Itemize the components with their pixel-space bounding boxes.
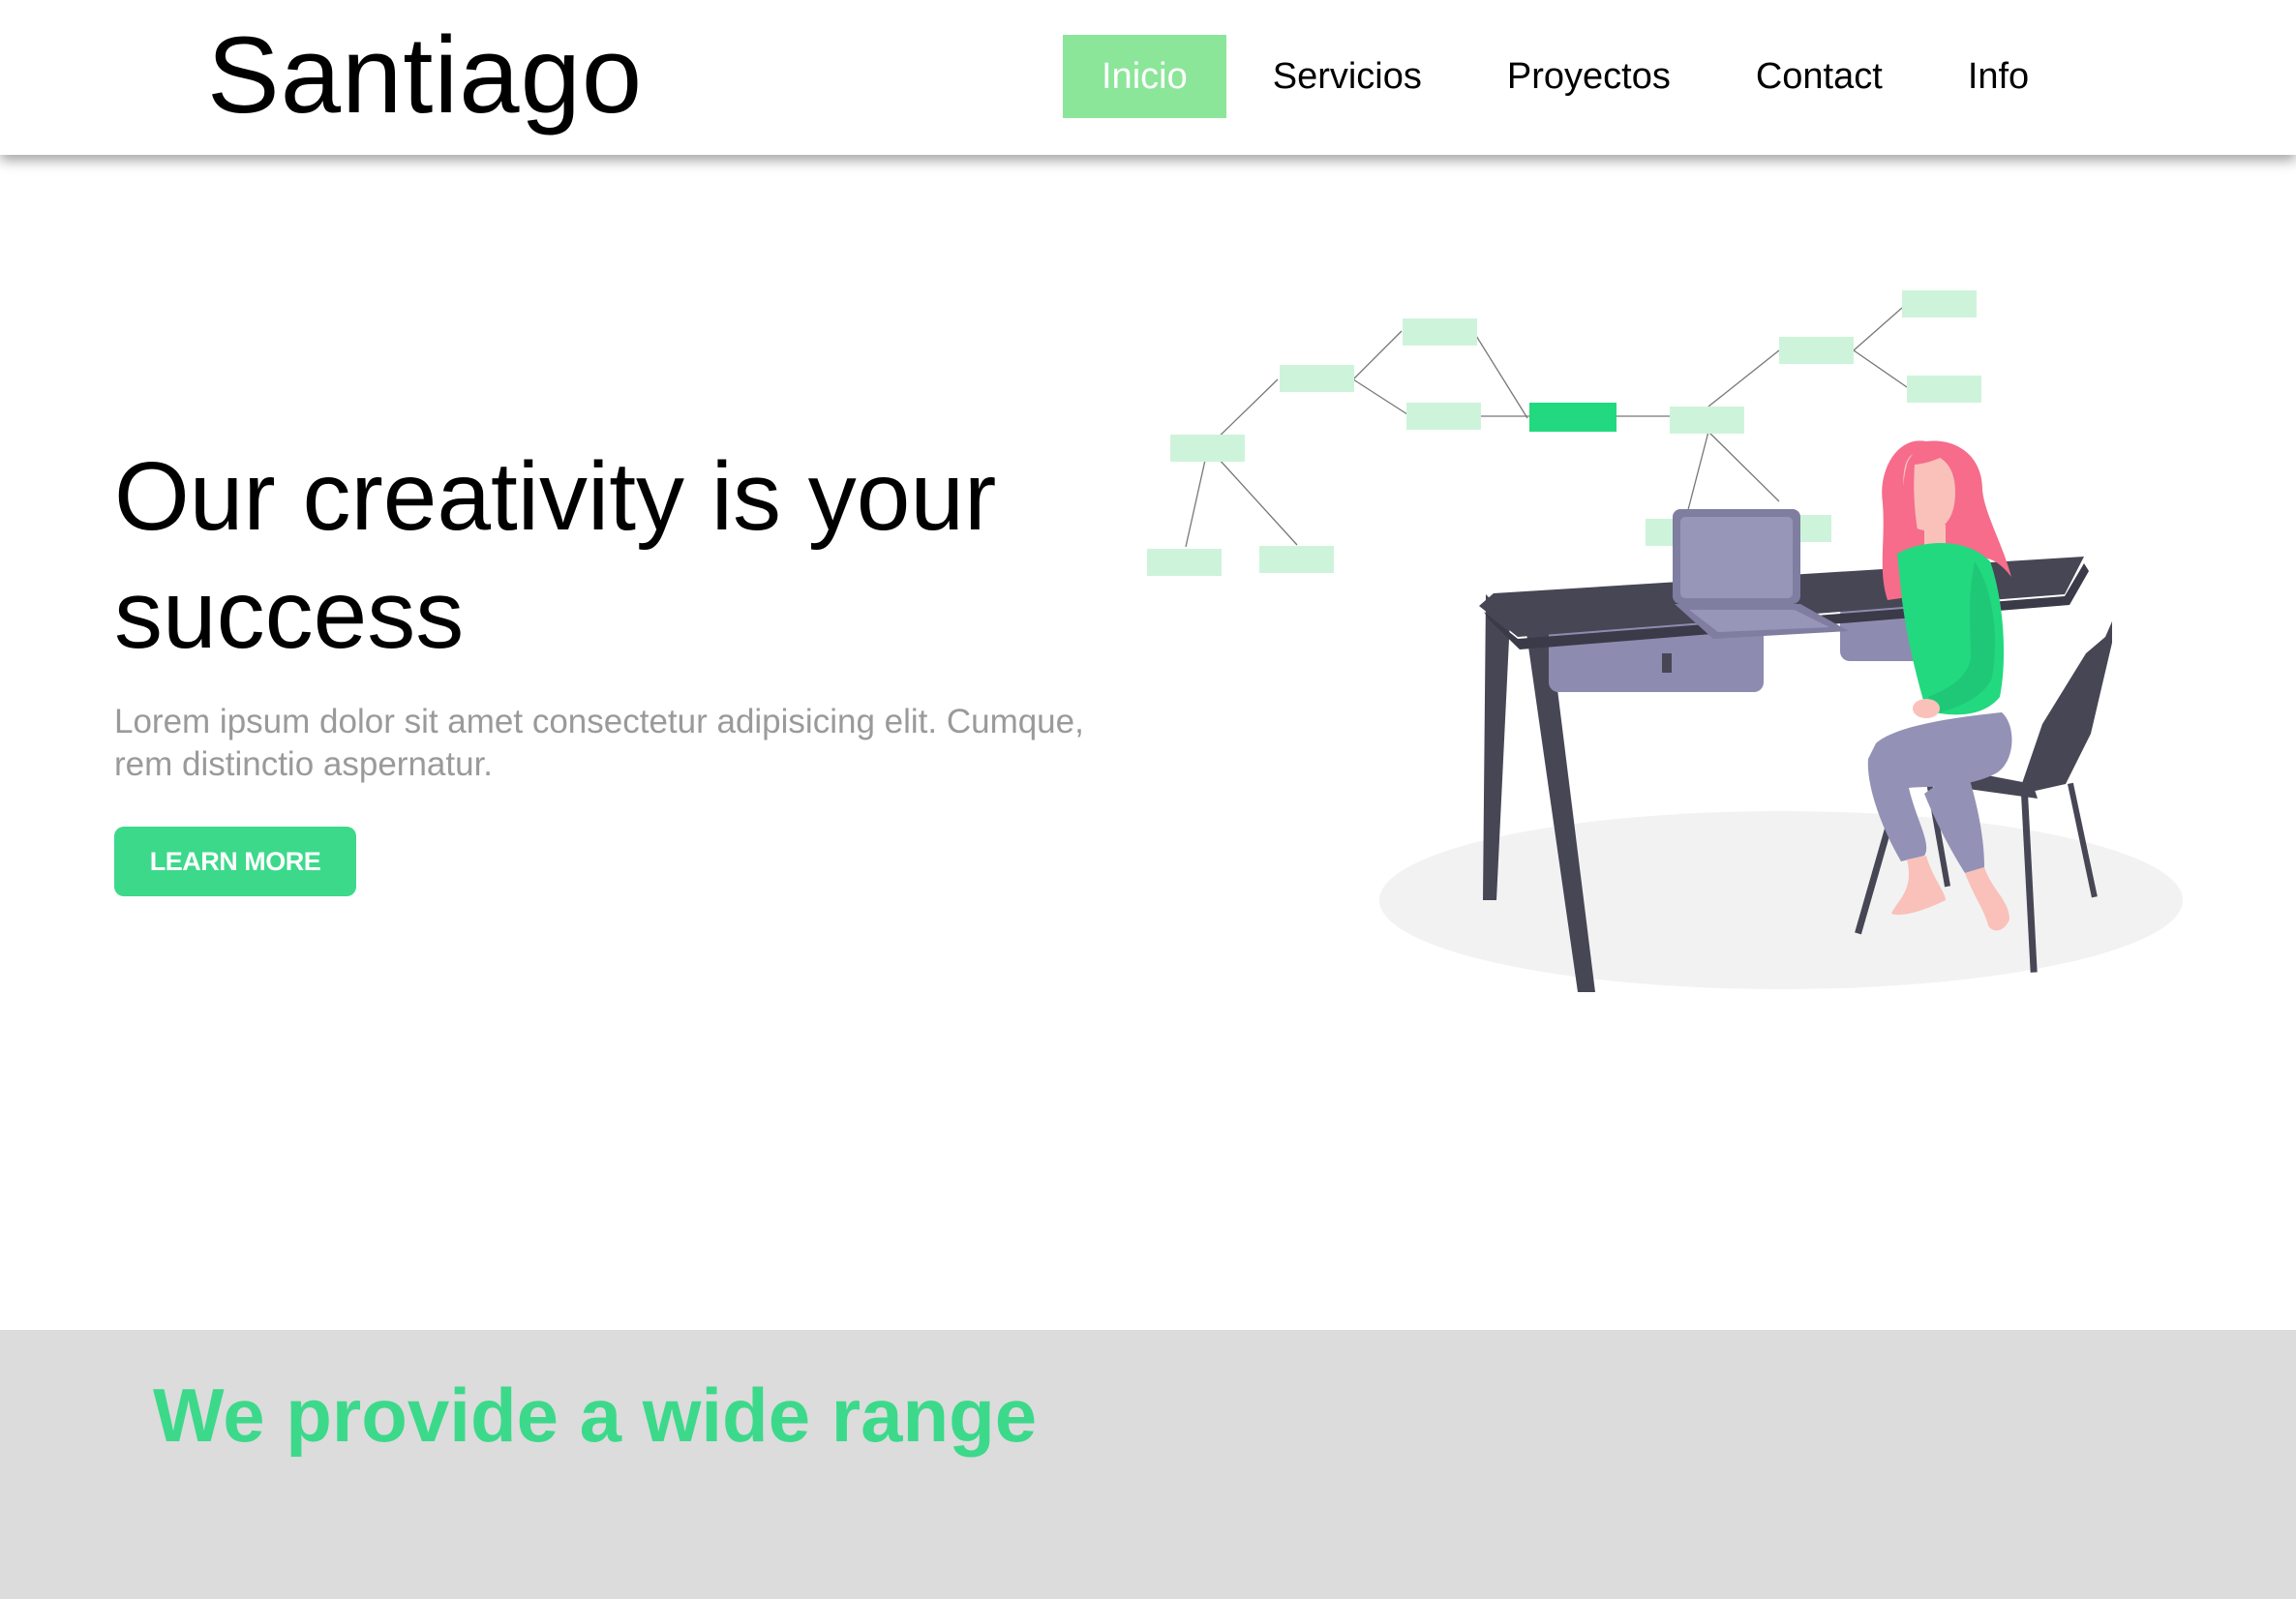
nav-item-contact[interactable]: Contact [1717,35,1921,118]
hero-description: Lorem ipsum dolor sit amet consectetur a… [114,703,1084,783]
nav-item-info[interactable]: Info [1929,35,2068,118]
services-title: We provide a wide range [153,1373,1038,1458]
floor-shadow [1379,811,2183,989]
mindmap-central-node [1529,403,1616,432]
brand-logo[interactable]: Santiago [207,17,643,134]
woman-at-desk-illustration [1147,290,2183,992]
nav-item-proyectos[interactable]: Proyectos [1468,35,1709,118]
hero-title: Our creativity is your success [114,442,997,669]
learn-more-button[interactable]: LEARN MORE [114,827,356,896]
main-nav: Inicio Servicios Proyectos Contact Info [1063,35,2075,118]
mindmap-nodes [1147,290,1981,576]
nav-item-inicio[interactable]: Inicio [1063,35,1226,118]
nav-item-servicios[interactable]: Servicios [1234,35,1461,118]
site-header: Santiago Inicio Servicios Proyectos Cont… [0,0,2296,155]
services-section: We provide a wide range [0,1330,2296,1599]
